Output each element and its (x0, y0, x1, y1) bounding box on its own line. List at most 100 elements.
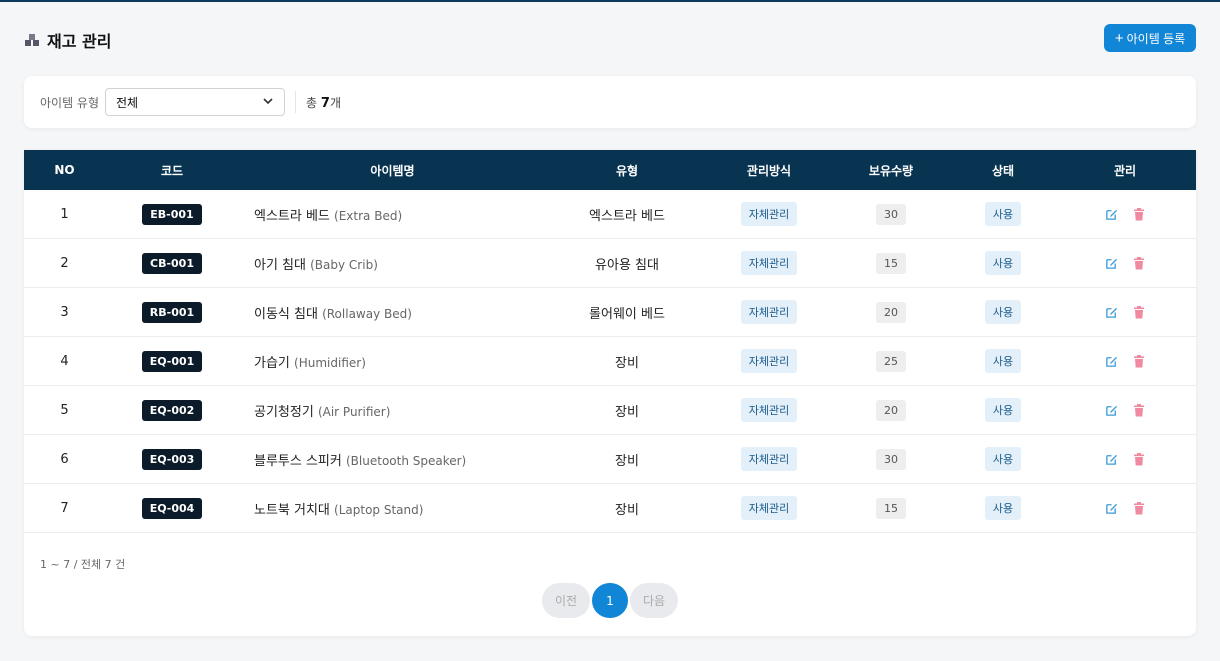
next-page-button[interactable]: 다음 (630, 583, 678, 618)
method-badge: 자체관리 (740, 251, 798, 275)
name-cell: 아기 침대 (Baby Crib) (239, 254, 546, 273)
method-cell: 자체관리 (708, 349, 830, 373)
item-type: 엑스트라 베드 (589, 208, 665, 224)
trash-icon[interactable] (1131, 451, 1147, 467)
item-name-en: (Rollaway Bed) (322, 306, 412, 321)
row-no: 3 (60, 304, 69, 320)
edit-icon[interactable] (1103, 255, 1119, 271)
qty-cell: 20 (830, 399, 952, 421)
code-badge: EQ-001 (141, 350, 203, 372)
action-icons (1054, 353, 1196, 369)
page-1-button[interactable]: 1 (592, 583, 628, 618)
action-icons (1054, 451, 1196, 467)
item-name-en: (Baby Crib) (310, 257, 378, 272)
trash-icon[interactable] (1131, 402, 1147, 418)
qty-cell: 15 (830, 497, 952, 519)
row-no: 2 (60, 255, 69, 271)
method-badge: 자체관리 (740, 349, 798, 373)
manage-cell (1054, 304, 1196, 320)
manage-cell (1054, 500, 1196, 516)
total-prefix: 총 (306, 95, 318, 110)
manage-cell (1054, 206, 1196, 222)
table-row: 5 EQ-002 공기청정기 (Air Purifier) 장비 자체관리 20 사용 (24, 386, 1196, 435)
item-name: 공기청정기 (254, 404, 314, 420)
code-badge: RB-001 (141, 301, 203, 323)
action-icons (1054, 402, 1196, 418)
trash-icon[interactable] (1131, 353, 1147, 369)
add-item-label: 아이템 등록 (1126, 31, 1186, 46)
status-cell: 사용 (952, 496, 1054, 520)
top-border (0, 0, 1220, 2)
edit-icon[interactable] (1103, 353, 1119, 369)
edit-icon[interactable] (1103, 304, 1119, 320)
row-no: 4 (60, 353, 69, 369)
page-title: 재고 관리 (47, 32, 112, 51)
method-badge: 자체관리 (740, 496, 798, 520)
method-cell: 자체관리 (708, 202, 830, 226)
total-count: 총 7개 (306, 94, 341, 111)
method-badge: 자체관리 (740, 202, 798, 226)
item-type: 유아용 침대 (595, 257, 659, 273)
trash-icon[interactable] (1131, 304, 1147, 320)
action-icons (1054, 206, 1196, 222)
code-cell: EQ-002 (105, 399, 239, 421)
code-cell: RB-001 (105, 301, 239, 323)
manage-cell (1054, 451, 1196, 467)
code-cell: EB-001 (105, 203, 239, 225)
status-badge: 사용 (984, 349, 1022, 373)
row-no: 5 (60, 402, 69, 418)
table-row: 4 EQ-001 가습기 (Humidifier) 장비 자체관리 25 사용 (24, 337, 1196, 386)
code-cell: EQ-001 (105, 350, 239, 372)
method-cell: 자체관리 (708, 251, 830, 275)
method-cell: 자체관리 (708, 447, 830, 471)
code-badge: EQ-003 (141, 448, 203, 470)
filter-label: 아이템 유형 (40, 95, 100, 110)
item-name-en: (Air Purifier) (317, 404, 391, 419)
qty-badge: 25 (876, 350, 906, 372)
item-type: 장비 (615, 453, 639, 469)
name-cell: 공기청정기 (Air Purifier) (239, 401, 546, 420)
edit-icon[interactable] (1103, 451, 1119, 467)
trash-icon[interactable] (1131, 255, 1147, 271)
method-badge: 자체관리 (740, 447, 798, 471)
table-row: 6 EQ-003 블루투스 스피커 (Bluetooth Speaker) 장비 자체관… (24, 435, 1196, 484)
qty-badge: 30 (876, 203, 906, 225)
status-badge: 사용 (984, 496, 1022, 520)
code-badge: EQ-004 (141, 497, 203, 519)
item-name: 블루투스 스피커 (254, 453, 342, 469)
item-type: 롤어웨이 베드 (589, 306, 665, 322)
item-type: 장비 (615, 404, 639, 420)
item-name-en: (Humidifier) (294, 355, 366, 370)
edit-icon[interactable] (1103, 402, 1119, 418)
item-type-select[interactable]: 전체 (105, 88, 286, 116)
table-row: 1 EB-001 엑스트라 베드 (Extra Bed) 엑스트라 베드 자체관리 30 사… (24, 190, 1196, 239)
qty-badge: 30 (876, 448, 906, 470)
method-cell: 자체관리 (708, 398, 830, 422)
prev-page-button[interactable]: 이전 (542, 583, 590, 618)
item-name: 가습기 (254, 355, 290, 371)
status-badge: 사용 (984, 447, 1022, 471)
edit-icon[interactable] (1103, 500, 1119, 516)
qty-badge: 20 (876, 399, 906, 421)
item-name: 이동식 침대 (254, 306, 318, 322)
status-badge: 사용 (984, 202, 1022, 226)
plus-icon: + (1114, 29, 1124, 47)
add-item-button[interactable]: + 아이템 등록 (1104, 24, 1196, 52)
edit-icon[interactable] (1103, 206, 1119, 222)
row-no: 7 (60, 500, 69, 516)
status-badge: 사용 (984, 300, 1022, 324)
page-header: 재고 관리 + 아이템 등록 (24, 24, 1196, 54)
item-type-selected: 전체 (116, 95, 139, 110)
status-badge: 사용 (984, 398, 1022, 422)
method-cell: 자체관리 (708, 496, 830, 520)
item-name: 아기 침대 (254, 257, 306, 273)
code-cell: EQ-004 (105, 497, 239, 519)
qty-cell: 25 (830, 350, 952, 372)
filter-bar: 아이템 유형 전체 총 7개 (24, 76, 1196, 128)
trash-icon[interactable] (1131, 206, 1147, 222)
inventory-table: NO 코드 아이템명 유형 관리방식 보유수량 상태 관리 1 EB-001 엑스트… (24, 150, 1196, 636)
status-cell: 사용 (952, 447, 1054, 471)
status-cell: 사용 (952, 398, 1054, 422)
method-cell: 자체관리 (708, 300, 830, 324)
trash-icon[interactable] (1131, 500, 1147, 516)
